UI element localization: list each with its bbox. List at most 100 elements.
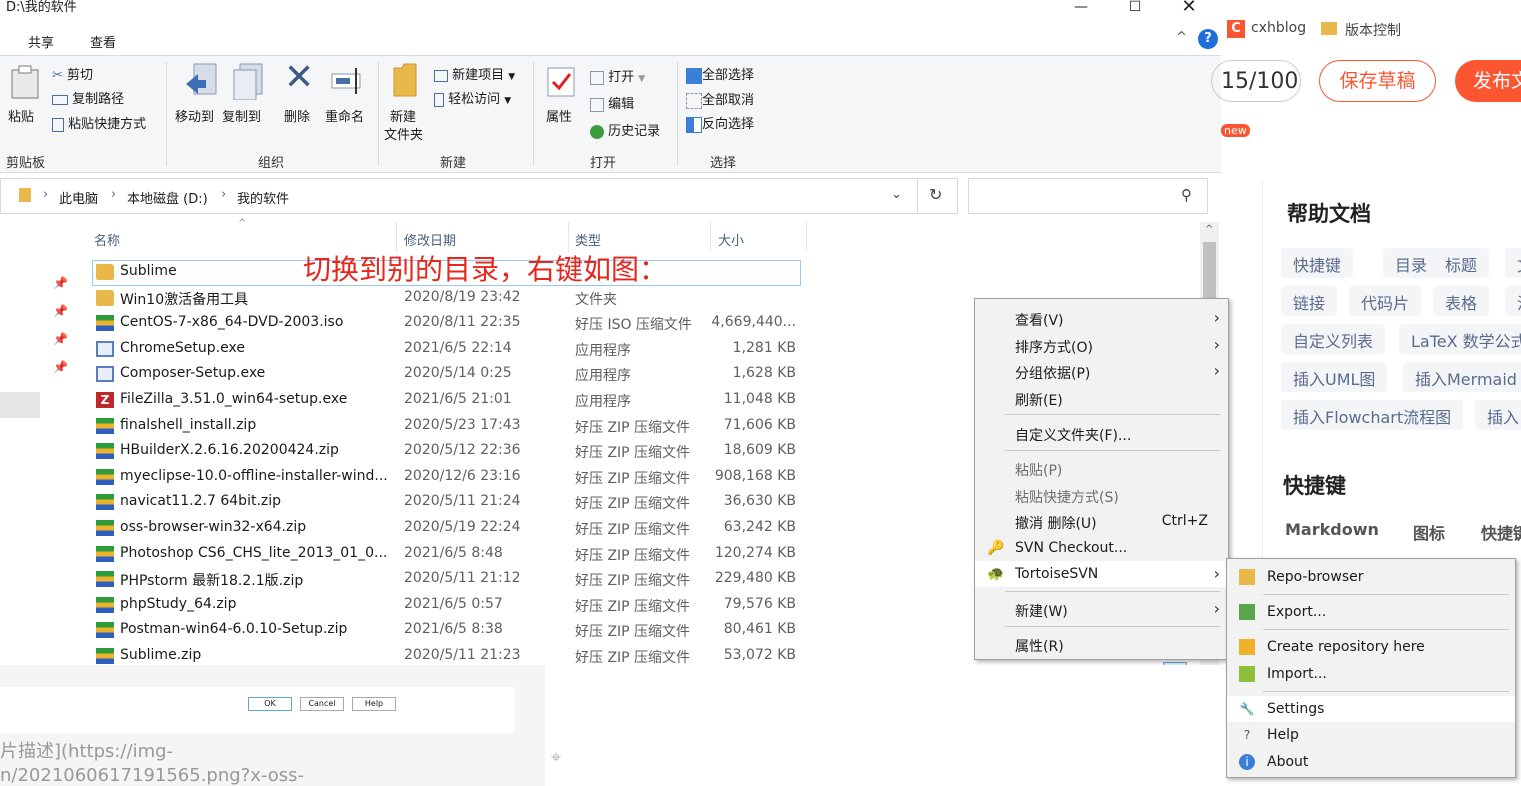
- address-bar[interactable]: › 此电脑 › 本地磁盘 (D:) › 我的软件 ⌄ ↻: [0, 178, 958, 214]
- tab-view[interactable]: 查看: [90, 32, 116, 51]
- search-input[interactable]: ⚲: [968, 178, 1208, 214]
- publish-button[interactable]: 发布文: [1455, 60, 1521, 102]
- column-type[interactable]: 类型: [575, 230, 601, 249]
- help-tag[interactable]: 目录: [1383, 248, 1440, 278]
- pin-icon[interactable]: 📌: [53, 276, 68, 290]
- help-tag[interactable]: 快捷键: [1281, 248, 1354, 278]
- file-row[interactable]: Sublime.zip 2020/5/11 21:23 好压 ZIP 压缩文件 53,…: [78, 644, 808, 665]
- menu-item-group[interactable]: 分组依据(P) ›: [975, 358, 1228, 384]
- submenu-create-repo[interactable]: Create repository here: [1227, 634, 1515, 660]
- column-name[interactable]: 名称: [94, 230, 120, 249]
- menu-item-paste-shortcut[interactable]: 粘贴快捷方式(S): [975, 482, 1228, 508]
- pin-icon[interactable]: 📌: [53, 360, 68, 374]
- file-row[interactable]: Postman-win64-6.0.10-Setup.zip 2021/6/5 8…: [78, 618, 808, 644]
- help-tag[interactable]: 自定义列表: [1281, 324, 1386, 354]
- column-divider[interactable]: [806, 222, 807, 252]
- submenu-repo-browser[interactable]: Repo-browser: [1227, 564, 1515, 590]
- column-divider[interactable]: [710, 222, 711, 252]
- file-row[interactable]: CentOS-7-x86_64-DVD-2003.iso 2020/8/11 22…: [78, 311, 808, 337]
- submenu-export[interactable]: Export...: [1227, 599, 1515, 625]
- ribbon-collapse-icon[interactable]: ^: [1176, 30, 1187, 45]
- easy-access-button[interactable]: 轻松访问 ▼: [434, 88, 511, 107]
- markdown-text-line[interactable]: n/2021060617191565.png?x-oss-: [0, 765, 304, 786]
- help-tag[interactable]: LaTeX 数学公式: [1399, 324, 1521, 354]
- help-tag[interactable]: 表格: [1433, 286, 1490, 316]
- markdown-text-line[interactable]: 片描述](https://img-: [0, 737, 173, 763]
- file-row[interactable]: Composer-Setup.exe 2020/5/14 0:25 应用程序 1,62…: [78, 362, 808, 388]
- file-row[interactable]: PHPstorm 最新18.2.1版.zip 2020/5/11 21:12 好压 …: [78, 567, 808, 593]
- file-row[interactable]: Win10激活备用工具 2020/8/19 23:42 文件夹: [78, 286, 808, 312]
- menu-item-tortoisesvn[interactable]: 🐢 TortoiseSVN ›: [975, 561, 1228, 587]
- breadcrumb-current[interactable]: 我的软件: [237, 188, 289, 207]
- new-item-button[interactable]: 新建项目 ▼: [434, 64, 515, 83]
- paste-button[interactable]: 粘贴: [8, 106, 34, 125]
- help-tag[interactable]: 注: [1505, 286, 1521, 316]
- scrollbar-thumb[interactable]: [1203, 242, 1216, 302]
- history-button[interactable]: 历史记录: [590, 120, 660, 139]
- menu-item-undo-delete[interactable]: 撤消 删除(U) Ctrl+Z: [975, 508, 1228, 534]
- menu-item-new[interactable]: 新建(W) ›: [975, 596, 1228, 622]
- help-tag[interactable]: 插入Mermaid: [1403, 362, 1521, 392]
- chevron-down-icon[interactable]: ⌄: [891, 187, 902, 202]
- submenu-help[interactable]: ? Help: [1227, 722, 1515, 748]
- scroll-up-icon[interactable]: ^: [1205, 224, 1213, 235]
- breadcrumb-this-pc[interactable]: 此电脑: [59, 188, 98, 207]
- help-tag[interactable]: 插入: [1475, 400, 1521, 430]
- rename-button[interactable]: 重命名: [325, 106, 364, 125]
- select-none-button[interactable]: 全部取消: [686, 89, 754, 109]
- new-folder-line2[interactable]: 文件夹: [384, 124, 423, 143]
- file-row[interactable]: oss-browser-win32-x64.zip 2020/5/19 22:24…: [78, 516, 808, 542]
- breadcrumb-drive-d[interactable]: 本地磁盘 (D:): [127, 188, 208, 207]
- file-row[interactable]: HBuilderX.2.6.16.20200424.zip 2020/5/12 2…: [78, 439, 808, 465]
- file-row[interactable]: myeclipse-10.0-offline-installer-wind...…: [78, 465, 808, 491]
- copy-to-button[interactable]: 复制到: [222, 106, 261, 125]
- menu-item-customize[interactable]: 自定义文件夹(F)...: [975, 420, 1228, 446]
- help-tag[interactable]: 文: [1505, 248, 1521, 278]
- submenu-about[interactable]: i About: [1227, 749, 1515, 775]
- maximize-icon[interactable]: ☐: [1112, 0, 1158, 18]
- paste-shortcut-button[interactable]: 粘贴快捷方式: [52, 113, 146, 132]
- nav-selected-item[interactable]: [0, 392, 40, 418]
- submenu-import[interactable]: Import...: [1227, 661, 1515, 687]
- menu-item-view[interactable]: 查看(V) ›: [975, 305, 1228, 331]
- move-to-button[interactable]: 移动到: [175, 106, 214, 125]
- file-row[interactable]: ChromeSetup.exe 2021/6/5 22:14 应用程序 1,281 K…: [78, 337, 808, 363]
- menu-item-sort[interactable]: 排序方式(O) ›: [975, 332, 1228, 358]
- help-tag[interactable]: 代码片: [1349, 286, 1422, 316]
- save-draft-button[interactable]: 保存草稿: [1319, 60, 1436, 102]
- select-all-button[interactable]: 全部选择: [686, 64, 754, 84]
- help-tag[interactable]: 插入Flowchart流程图: [1281, 400, 1464, 430]
- copy-path-button[interactable]: 复制路径: [52, 88, 124, 107]
- delete-button[interactable]: 删除: [284, 106, 310, 125]
- open-button[interactable]: 打开 ▼: [590, 66, 645, 85]
- refresh-icon[interactable]: ↻: [929, 185, 942, 204]
- help-tag[interactable]: 插入UML图: [1281, 362, 1388, 392]
- file-row[interactable]: finalshell_install.zip 2020/5/23 17:43 好压 …: [78, 414, 808, 440]
- file-row[interactable]: Photoshop CS6_CHS_lite_2013_01_0... 2021/…: [78, 542, 808, 568]
- menu-item-properties[interactable]: 属性(R): [975, 631, 1228, 657]
- close-icon[interactable]: ✕: [1166, 0, 1212, 18]
- menu-item-paste[interactable]: 粘贴(P): [975, 455, 1228, 481]
- file-row[interactable]: navicat11.2.7 64bit.zip 2020/5/11 21:24 好压…: [78, 490, 808, 516]
- column-size[interactable]: 大小: [718, 230, 744, 249]
- new-folder-line1[interactable]: 新建: [390, 106, 416, 125]
- submenu-settings[interactable]: 🔧 Settings: [1227, 696, 1515, 722]
- menu-item-refresh[interactable]: 刷新(E): [975, 385, 1228, 411]
- help-tag[interactable]: 标题: [1433, 248, 1490, 278]
- tab-share[interactable]: 共享: [28, 32, 54, 51]
- help-tag[interactable]: 链接: [1281, 286, 1338, 316]
- minimize-icon[interactable]: —: [1058, 0, 1104, 18]
- file-row[interactable]: phpStudy_64.zip 2021/6/5 0:57 好压 ZIP 压缩文件 7…: [78, 593, 808, 619]
- bookmark-cxhblog[interactable]: cxhblog: [1251, 20, 1306, 36]
- bookmark-version-control[interactable]: 版本控制: [1345, 20, 1401, 40]
- help-icon[interactable]: ?: [1198, 29, 1218, 49]
- pin-icon[interactable]: 📌: [53, 304, 68, 318]
- pin-icon[interactable]: 📌: [53, 332, 68, 346]
- cut-button[interactable]: ✂ 剪切: [52, 64, 93, 83]
- column-date[interactable]: 修改日期: [404, 230, 456, 249]
- invert-selection-button[interactable]: 反向选择: [686, 113, 754, 133]
- properties-button[interactable]: 属性: [546, 106, 572, 125]
- edit-button[interactable]: 编辑: [590, 93, 634, 112]
- file-row[interactable]: Z FileZilla_3.51.0_win64-setup.exe 2021/6/…: [78, 388, 808, 414]
- menu-item-svn-checkout[interactable]: 🔑 SVN Checkout...: [975, 535, 1228, 561]
